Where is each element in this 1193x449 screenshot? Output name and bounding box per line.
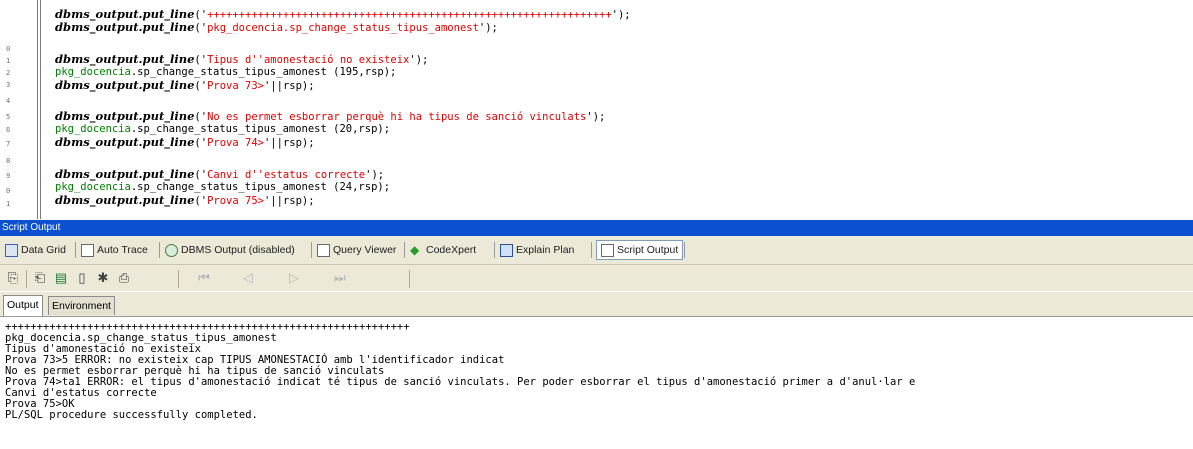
tab-separator <box>75 242 76 258</box>
first-page-icon[interactable]: ⏮ <box>196 270 212 286</box>
line-number: 0 <box>6 187 11 195</box>
code-line[interactable]: dbms_output.put_line('Prova 75>'||rsp); <box>55 194 315 207</box>
tab-separator <box>404 242 405 258</box>
output-subtabs: Output Environment <box>0 292 1193 317</box>
copy-icon[interactable]: ⎘ <box>5 270 21 286</box>
find-icon[interactable]: ✱ <box>95 270 111 286</box>
line-number-gutter: 0 1 2 3 4 5 6 7 8 9 0 1 <box>0 0 40 219</box>
line-number: 0 <box>6 45 11 53</box>
dbms-icon <box>165 243 178 257</box>
codexpert-icon: ◆ <box>410 242 420 257</box>
tab-separator <box>591 242 592 258</box>
code-line[interactable]: dbms_output.put_line('Prova 73>'||rsp); <box>55 79 315 92</box>
line-number: 5 <box>6 113 11 121</box>
tab-script-output[interactable]: Script Output <box>596 240 684 260</box>
line-number: 8 <box>6 157 11 165</box>
toolbar-separator <box>26 270 27 288</box>
code-line[interactable]: pkg_docencia.sp_change_status_tipus_amon… <box>55 66 396 78</box>
code-line[interactable]: dbms_output.put_line('Prova 74>'||rsp); <box>55 136 315 149</box>
explain-plan-icon <box>500 243 513 257</box>
subtab-environment[interactable]: Environment <box>48 296 115 315</box>
toolbar-separator <box>409 270 410 288</box>
line-number: 4 <box>6 97 11 105</box>
grid-icon <box>5 243 18 257</box>
tab-explain-plan[interactable]: Explain Plan <box>500 241 574 259</box>
tab-separator <box>684 242 685 258</box>
line-number: 1 <box>6 57 11 65</box>
output-toolbar: ⎘ ⎗ ▤ ▯ ✱ ⎙ ⏮ ◁ ▷ ⏭ <box>0 265 1193 291</box>
code-line[interactable]: dbms_output.put_line('No es permet esbor… <box>55 110 605 123</box>
tab-query-viewer[interactable]: Query Viewer <box>317 241 396 259</box>
tab-data-grid[interactable]: Data Grid <box>5 241 66 259</box>
new-document-icon[interactable]: ▯ <box>74 270 90 286</box>
paste-icon[interactable]: ⎗ <box>32 270 48 286</box>
toolbar-separator <box>178 270 179 288</box>
document-icon <box>601 243 614 257</box>
line-number: 3 <box>6 81 11 89</box>
line-number: 6 <box>6 126 11 134</box>
last-page-icon[interactable]: ⏭ <box>332 270 348 286</box>
line-number: 1 <box>6 200 11 208</box>
document-icon <box>317 243 330 257</box>
line-number: 9 <box>6 172 11 180</box>
document-icon <box>81 243 94 257</box>
print-icon[interactable]: ⎙ <box>116 270 132 286</box>
code-line[interactable]: pkg_docencia.sp_change_status_tipus_amon… <box>55 181 390 193</box>
script-output-text[interactable]: ++++++++++++++++++++++++++++++++++++++++… <box>0 317 1193 449</box>
save-icon[interactable]: ▤ <box>53 270 69 286</box>
line-number: 7 <box>6 140 11 148</box>
code-line[interactable]: dbms_output.put_line('Canvi d''estatus c… <box>55 168 384 181</box>
previous-page-icon[interactable]: ◁ <box>240 270 256 286</box>
next-page-icon[interactable]: ▷ <box>286 270 302 286</box>
output-line: PL/SQL procedure successfully completed. <box>5 409 258 421</box>
tab-separator <box>494 242 495 258</box>
gutter-divider <box>37 0 38 219</box>
panel-title-bar[interactable]: Script Output <box>0 220 1193 236</box>
code-line[interactable]: pkg_docencia.sp_change_status_tipus_amon… <box>55 123 390 135</box>
tab-codexpert[interactable]: ◆ CodeXpert <box>410 241 476 259</box>
subtab-output[interactable]: Output <box>3 295 43 316</box>
tab-auto-trace[interactable]: Auto Trace <box>81 241 148 259</box>
code-line[interactable]: dbms_output.put_line('pkg_docencia.sp_ch… <box>55 21 498 34</box>
tab-separator <box>159 242 160 258</box>
output-tabs-bar: Data Grid Auto Trace DBMS Output (disabl… <box>0 236 1193 265</box>
code-editor[interactable]: 0 1 2 3 4 5 6 7 8 9 0 1 dbms_output.put_… <box>0 0 1193 219</box>
tab-separator <box>311 242 312 258</box>
tab-dbms-output[interactable]: DBMS Output (disabled) <box>165 241 295 259</box>
code-line[interactable]: dbms_output.put_line('Tipus d''amonestac… <box>55 53 428 66</box>
gutter-divider <box>40 0 41 219</box>
line-number: 2 <box>6 69 11 77</box>
